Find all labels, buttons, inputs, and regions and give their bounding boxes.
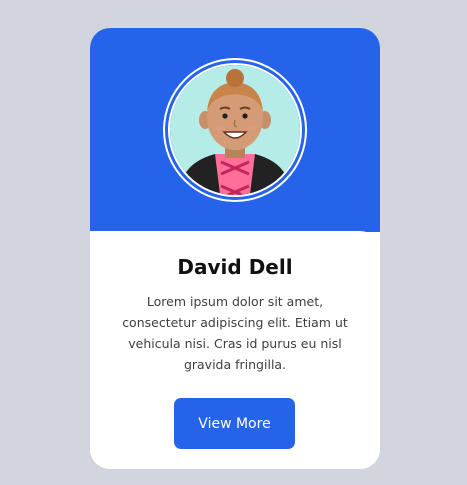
view-more-button[interactable]: View More [174, 398, 295, 449]
card-header [90, 28, 380, 232]
profile-card: David Dell Lorem ipsum dolor sit amet, c… [90, 28, 380, 469]
profile-name: David Dell [177, 255, 293, 279]
avatar [163, 58, 307, 202]
card-body: David Dell Lorem ipsum dolor sit amet, c… [90, 231, 380, 469]
person-avatar-icon [165, 60, 305, 200]
profile-bio: Lorem ipsum dolor sit amet, consectetur … [122, 294, 348, 372]
